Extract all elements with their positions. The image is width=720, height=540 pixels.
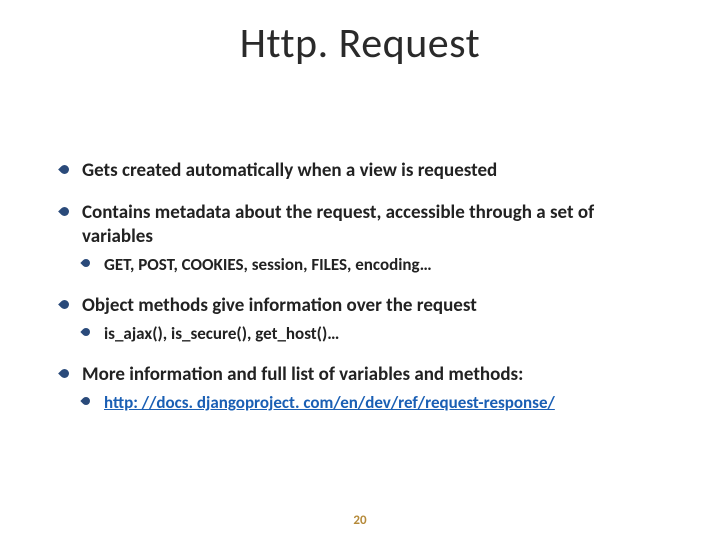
slide-content: Gets created automatically when a view i…	[55, 159, 665, 414]
bullet-item: Gets created automatically when a view i…	[60, 159, 665, 183]
bullet-list: Gets created automatically when a view i…	[60, 159, 665, 414]
bullet-subitem-link[interactable]: http: //docs. djangoproject. com/en/dev/…	[82, 392, 665, 413]
page-number: 20	[0, 513, 720, 528]
bullet-subitem: GET, POST, COOKIES, session, FILES, enco…	[82, 254, 665, 275]
link-text: http: //docs. djangoproject. com/en/dev/…	[104, 392, 555, 413]
bullet-item: Contains metadata about the request, acc…	[60, 201, 665, 249]
bullet-item: Object methods give information over the…	[60, 294, 665, 318]
bullet-subitem: is_ajax(), is_secure(), get_host()…	[82, 323, 665, 344]
bullet-item: More information and full list of variab…	[60, 363, 665, 387]
slide-title: Http. Request	[55, 18, 665, 69]
slide: Http. Request Gets created automatically…	[0, 0, 720, 540]
